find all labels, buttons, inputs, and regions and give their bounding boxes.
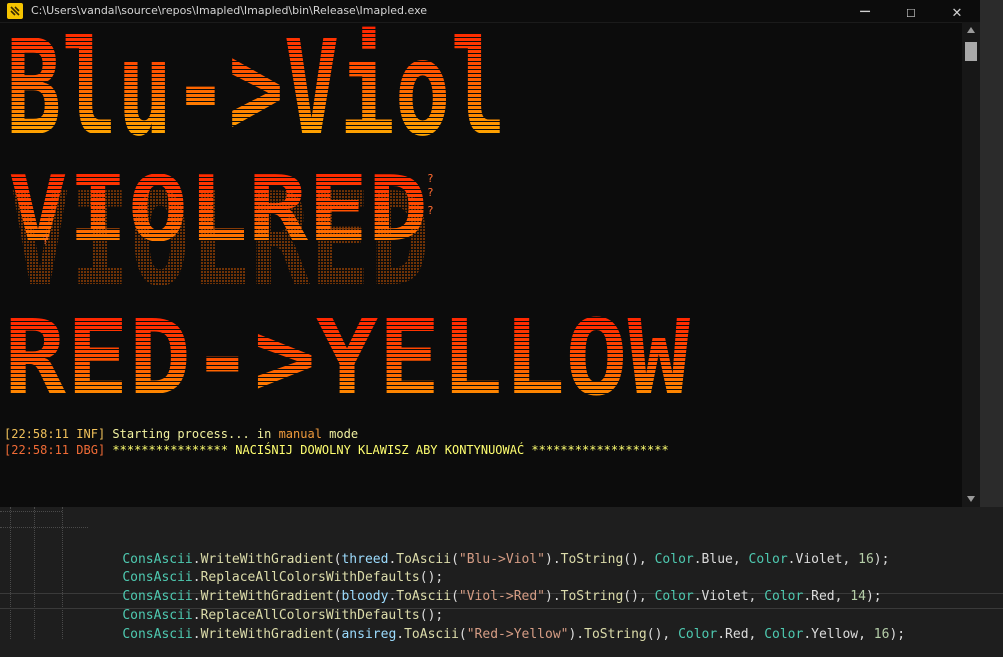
log-level: INF] [76,427,106,441]
code-token: .Yellow, [803,627,874,642]
code-token: (), [623,589,655,604]
log-message: mode [321,427,359,441]
triangle-down-icon[interactable] [966,495,976,503]
code-token: ). [545,589,561,604]
log-keyword: manual [278,427,322,441]
code-token: ( [451,552,459,567]
code-token: ). [545,552,561,567]
code-token: ( [458,627,467,642]
scrollbar-thumb[interactable] [965,42,977,61]
code-token: ansireg [341,627,397,642]
log-line: [22:58:11 INF] Starting process... in ma… [4,427,358,441]
code-token: ToString [560,552,624,567]
code-token: "Viol->Red" [458,589,545,604]
code-token: .Red, [717,627,765,642]
code-token: ); [865,589,882,604]
log-message: **************** NACIŚNIJ DOWOLNY KLAWIS… [112,443,669,457]
vertical-scrollbar[interactable] [962,22,980,507]
log-message: Starting process... in [112,427,279,441]
code-token: Color [748,552,788,567]
code-token: ToString [560,589,624,604]
triangle-up-icon[interactable] [966,26,976,34]
code-token: .Blue, [693,552,749,567]
banner-violred: VIOLRED [8,157,428,262]
window-title: C:\Users\vandal\source\repos\Imapled\Ima… [31,4,428,17]
code-token: . [192,627,201,642]
code-token: "Red->Yellow" [466,627,569,642]
close-button[interactable]: ✕ [934,0,980,22]
indent-dots [0,527,88,528]
editor-background-strip [980,0,1003,507]
code-token: ( [451,589,459,604]
log-time: [22:58:11 [4,427,70,441]
code-token: (), [623,552,655,567]
banner-red-yellow: RED->YELLOW [4,297,690,419]
code-token: ); [873,552,890,567]
code-token: WriteWithGradient [200,627,334,642]
code-token: ToAscii [404,627,459,642]
code-token: 14 [850,589,866,604]
code-token: Color [764,627,804,642]
code-line[interactable]: ConsAscii.WriteWithGradient(ansireg.ToAs… [91,612,905,657]
code-token: .Violet, [693,589,765,604]
code-token: Color [764,589,804,604]
code-token: 16 [873,627,890,642]
code-token: "Blu->Viol" [458,552,545,567]
title-bar[interactable]: C:\Users\vandal\source\repos\Imapled\Ima… [0,0,980,23]
log-line: [22:58:11 DBG] **************** NACIŚNIJ… [4,443,669,457]
question-mark: ? [42,234,49,247]
code-token: . [396,627,405,642]
code-token: Color [678,627,718,642]
code-token: .Red, [803,589,851,604]
code-editor[interactable]: ConsAscii.WriteWithGradient(threed.ToAsc… [0,507,1003,642]
minimize-button[interactable]: ─ [842,0,888,22]
console-window: C:\Users\vandal\source\repos\Imapled\Ima… [0,0,980,507]
code-token: ConsAscii [122,627,193,642]
log-level: DBG] [76,443,106,457]
code-token: Color [654,589,694,604]
code-token: ToString [584,627,647,642]
log-time: [22:58:11 [4,443,70,457]
ascii-art-banners: Blu->Viol VIOLRED VIOLRED ? ? ? ? RED->Y… [4,22,690,419]
question-mark: ? [427,172,434,185]
maximize-icon: ☐ [906,1,916,21]
code-token: Color [654,552,694,567]
close-icon: ✕ [952,1,962,21]
code-token: 16 [858,552,874,567]
code-token: ). [568,627,585,642]
code-token: ); [889,627,906,642]
minimize-icon: ─ [860,1,870,21]
maximize-button[interactable]: ☐ [888,0,934,22]
question-mark: ? [427,186,434,199]
app-icon[interactable] [7,3,23,19]
code-token: .Violet, [787,552,859,567]
indent-dots [0,511,62,512]
banner-blu-viol: Blu->Viol [6,22,506,166]
code-token: (), [646,627,679,642]
question-mark: ? [427,204,434,217]
